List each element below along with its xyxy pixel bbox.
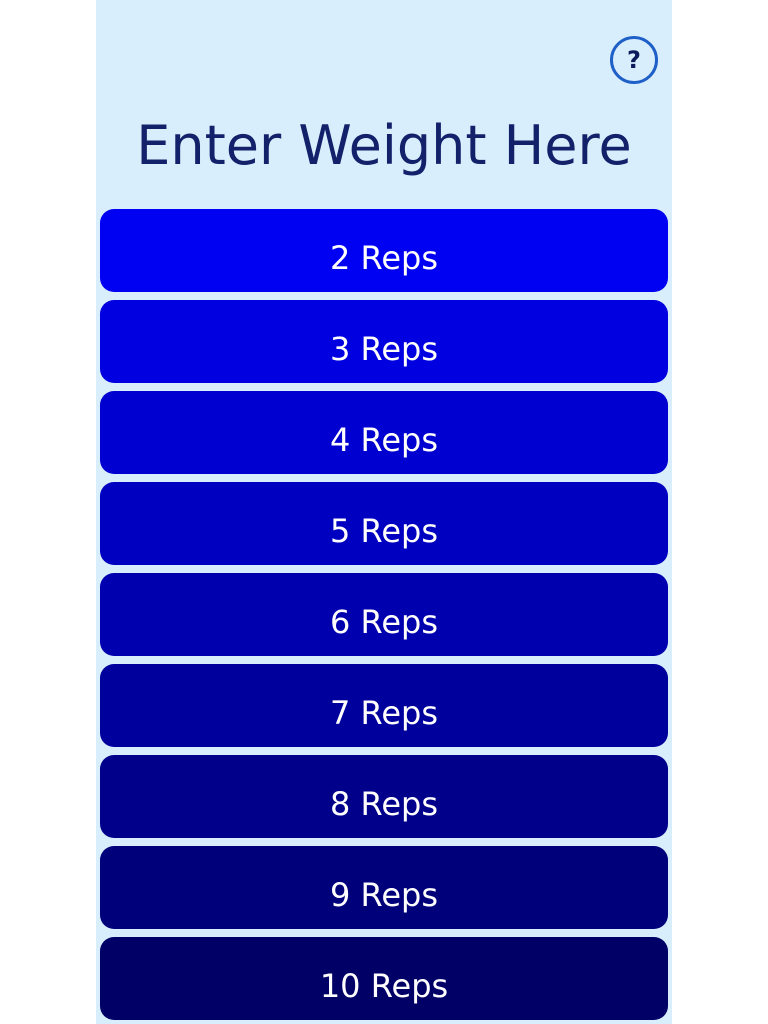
reps-button-3[interactable]: 3 Reps — [100, 300, 668, 383]
reps-list: 2 Reps 3 Reps 4 Reps 5 Reps 6 Reps 7 Rep… — [100, 209, 668, 1024]
reps-button-8[interactable]: 8 Reps — [100, 755, 668, 838]
question-mark-icon: ? — [627, 46, 641, 74]
reps-button-5[interactable]: 5 Reps — [100, 482, 668, 565]
reps-button-7[interactable]: 7 Reps — [100, 664, 668, 747]
reps-button-9[interactable]: 9 Reps — [100, 846, 668, 929]
reps-button-2[interactable]: 2 Reps — [100, 209, 668, 292]
app-screen: ? Enter Weight Here 2 Reps 3 Reps 4 Reps… — [96, 0, 672, 1024]
reps-button-10[interactable]: 10 Reps — [100, 937, 668, 1020]
reps-button-6[interactable]: 6 Reps — [100, 573, 668, 656]
page-title: Enter Weight Here — [136, 114, 632, 177]
help-button[interactable]: ? — [610, 36, 658, 84]
reps-button-4[interactable]: 4 Reps — [100, 391, 668, 474]
